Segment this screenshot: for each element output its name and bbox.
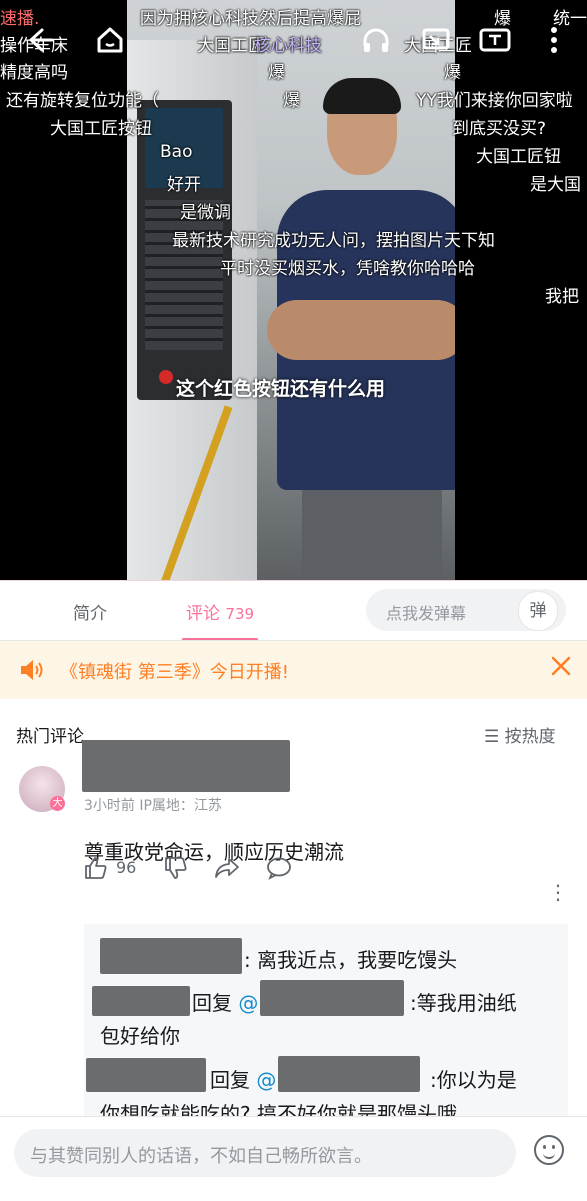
- redacted-username: [92, 986, 190, 1016]
- reply-text-cont: 包好给你: [100, 1024, 180, 1048]
- announcement-banner[interactable]: 《镇魂街 第三季》今日开播!: [0, 641, 587, 699]
- reply-text: :你以为是: [430, 1068, 517, 1092]
- danmaku: YY我们来接你回家啦: [416, 91, 573, 111]
- speaker-icon: [18, 657, 44, 683]
- like-button[interactable]: 96: [84, 856, 136, 884]
- danmaku: 大国工匠钮: [476, 147, 561, 167]
- danmaku: 到底买没买?: [452, 119, 547, 139]
- danmaku: 因为拥核心科技然后提高爆屁: [140, 9, 361, 29]
- danmaku: 好开: [167, 175, 201, 195]
- danmaku-input[interactable]: 点我发弹幕 弹: [366, 589, 566, 631]
- danmaku: 是微调: [180, 203, 231, 223]
- hot-comments-title: 热门评论: [16, 727, 84, 747]
- danmaku: 最新技术研究成功无人问，摆拍图片天下知: [172, 231, 495, 251]
- announcement-text: 《镇魂街 第三季》今日开播!: [60, 662, 289, 683]
- video-player[interactable]: 因为拥核心科技然后提高爆屁 爆 统一 速播. 操作车床 大国工匠 核心科技 大国…: [0, 0, 587, 580]
- comment-meta: 3小时前 IP属地：江苏: [84, 798, 222, 814]
- reply-list[interactable]: : 离我近点，我要吃馒头 回复 @ :等我用油纸 包好给你 回复 @ :你以为是…: [84, 924, 568, 1126]
- tab-bar: 简介 评论 739 点我发弹幕 弹: [0, 580, 587, 641]
- home-icon[interactable]: [94, 24, 126, 63]
- danmaku-toggle-button[interactable]: 弹: [518, 591, 558, 631]
- reply-text: : 离我近点，我要吃馒头: [244, 948, 458, 972]
- sort-label: 按热度: [504, 727, 556, 747]
- reply-text: :等我用油纸: [410, 991, 517, 1015]
- comment-placeholder: 与其赞同别人的话语，不如自己畅所欲言。: [30, 1146, 372, 1167]
- thumbs-up-icon: [85, 857, 107, 879]
- more-vertical-icon[interactable]: [546, 24, 562, 63]
- comment-input[interactable]: 与其赞同别人的话语，不如自己畅所欲言。: [14, 1129, 516, 1177]
- reply-line: 回复 @: [192, 991, 259, 1015]
- close-icon[interactable]: [550, 655, 572, 683]
- danmaku: 大国工匠按钮: [50, 119, 152, 139]
- redacted-username: [100, 938, 242, 974]
- danmaku: 还有旋转复位功能（: [6, 91, 159, 111]
- tab-comments[interactable]: 评论 739: [186, 599, 254, 624]
- tv-icon[interactable]: [478, 24, 512, 63]
- emoji-icon[interactable]: [534, 1135, 564, 1165]
- danmaku: 平时没买烟买水，凭啥教你哈哈哈: [220, 259, 475, 279]
- comment-bar: 与其赞同别人的话语，不如自己畅所欲言。: [0, 1116, 587, 1201]
- tab-comments-label: 评论: [186, 604, 220, 624]
- share-icon[interactable]: [214, 856, 240, 884]
- redacted-username: [260, 980, 404, 1016]
- back-arrow-icon[interactable]: [24, 24, 56, 63]
- mention[interactable]: @: [256, 1068, 276, 1092]
- red-button: [159, 370, 173, 384]
- redacted-username: [82, 740, 290, 792]
- danmaku: 是大国: [530, 175, 581, 195]
- danmaku-placeholder: 点我发弹幕: [386, 604, 467, 623]
- cast-icon[interactable]: [420, 24, 452, 63]
- tab-intro[interactable]: 简介: [73, 599, 107, 624]
- danmaku: 爆: [283, 91, 300, 111]
- video-subtitle: 这个红色按钮还有什么用: [176, 378, 386, 400]
- more-options-icon[interactable]: ⋮: [548, 880, 568, 904]
- danmaku: 爆: [268, 63, 285, 83]
- redacted-username: [278, 1056, 420, 1092]
- redacted-username: [86, 1058, 206, 1092]
- user-badge: 大: [50, 796, 65, 811]
- like-count: 96: [116, 858, 137, 877]
- danmaku: 我把: [545, 287, 579, 307]
- thumbs-down-icon[interactable]: [164, 856, 188, 884]
- danmaku: 核心科技: [254, 36, 322, 56]
- reply-icon[interactable]: [266, 856, 292, 884]
- danmaku: Bao: [160, 142, 193, 162]
- sort-button[interactable]: ☰ 按热度: [484, 722, 556, 747]
- reply-line: 回复 @: [210, 1068, 277, 1092]
- comment-count: 739: [225, 605, 255, 623]
- list-icon: ☰: [484, 727, 500, 747]
- mention[interactable]: @: [238, 991, 258, 1015]
- headphones-icon[interactable]: [360, 24, 392, 63]
